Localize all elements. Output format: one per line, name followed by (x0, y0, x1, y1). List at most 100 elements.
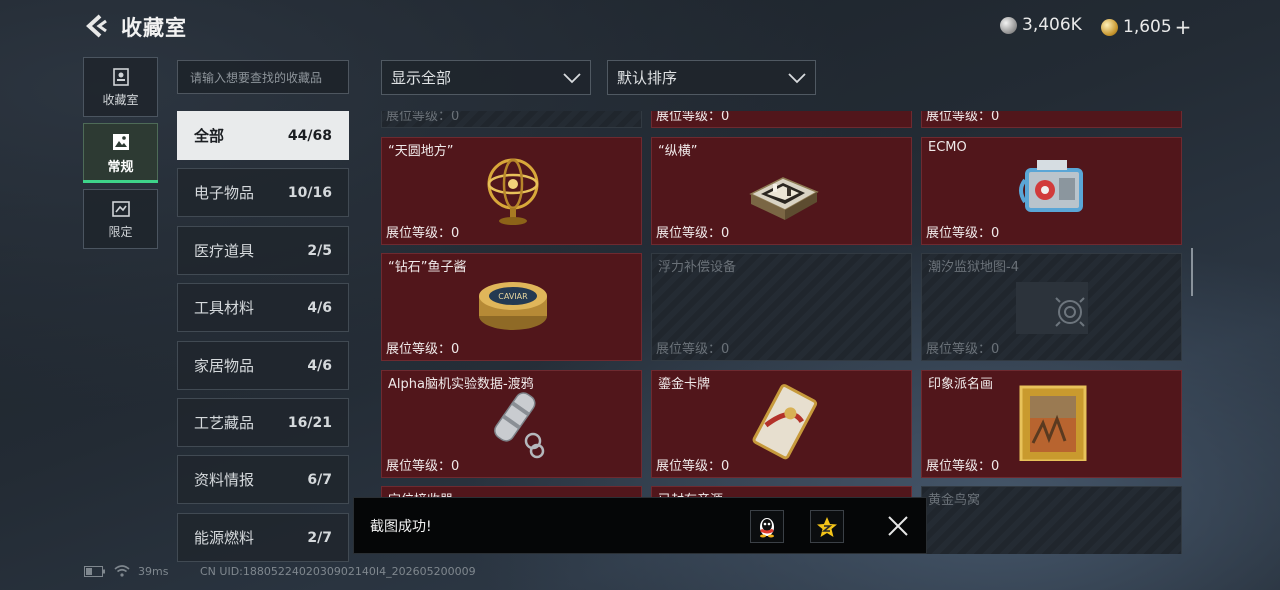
collection-card[interactable]: Alpha脑机实验数据-渡鸦 展位等级：0 (381, 370, 642, 478)
add-currency-button[interactable]: + (1175, 15, 1192, 39)
collection-card[interactable]: ECMO 展位等级：0 (921, 137, 1182, 245)
booth-level: 展位等级：0 (656, 226, 730, 241)
collection-card[interactable]: 浮力补偿设备 展位等级：0 (651, 253, 912, 361)
map-target-icon (1016, 282, 1088, 334)
search-input[interactable]: 请输入想要查找的收藏品 (177, 60, 349, 94)
category-count: 6/7 (307, 471, 332, 488)
booth-level: 展位等级：0 (926, 459, 1000, 474)
item-name: 浮力补偿设备 (658, 260, 737, 275)
display-filter-value: 显示全部 (391, 69, 452, 87)
collection-card[interactable]: 印象派名画 展位等级：0 (921, 370, 1182, 478)
booth-level: 展位等级：0 (386, 111, 460, 124)
gold-currency: 1,605 + (1101, 15, 1191, 39)
category-count: 4/6 (307, 299, 332, 316)
category-count: 4/6 (307, 357, 332, 374)
close-icon[interactable] (886, 514, 910, 538)
silver-coin-icon (1000, 16, 1017, 34)
collection-card[interactable]: 鎏金卡牌 展位等级：0 (651, 370, 912, 478)
wifi-icon (114, 564, 130, 580)
category-name: 能源燃料 (194, 529, 255, 547)
category-count: 2/7 (307, 529, 332, 546)
category-intel[interactable]: 资料情报 6/7 (177, 455, 349, 504)
collection-card[interactable]: “天圆地方” 展位等级：0 (381, 137, 642, 245)
chevron-down-icon (563, 72, 581, 83)
gilded-card-icon (747, 383, 819, 461)
category-name: 资料情报 (194, 471, 255, 489)
collection-grid: 展位等级：0 展位等级：0 展位等级：0 “天圆地方” 展位等级：0 “纵横” … (381, 111, 1184, 554)
booth-level: 展位等级：0 (926, 342, 1000, 357)
category-name: 全部 (194, 127, 225, 145)
qq-penguin-icon (760, 517, 774, 537)
limited-icon (111, 200, 130, 217)
back-icon[interactable] (82, 12, 110, 40)
share-qzone-button[interactable] (810, 510, 844, 543)
category-name: 家居物品 (194, 357, 255, 375)
grid-scrollbar[interactable] (1191, 248, 1193, 296)
silver-currency: 3,406K (1000, 15, 1082, 35)
display-filter-dropdown[interactable]: 显示全部 (381, 60, 591, 95)
armillary-sphere-icon (477, 150, 549, 228)
gold-coin-icon (1101, 18, 1118, 36)
tab-limited[interactable]: 限定 (83, 189, 158, 249)
display-case-icon (112, 67, 129, 86)
category-energy[interactable]: 能源燃料 2/7 (177, 513, 349, 562)
item-name: “纵横” (658, 144, 698, 159)
category-count: 44/68 (287, 127, 332, 144)
picture-icon (112, 133, 129, 150)
category-name: 工艺藏品 (194, 414, 255, 432)
caviar-tin-icon: CAVIAR (477, 266, 549, 344)
collection-card[interactable]: 黄金鸟窝 (921, 486, 1182, 554)
ping-label: 39ms (138, 565, 169, 578)
collection-card[interactable]: “钻石”鱼子酱 CAVIAR 展位等级：0 (381, 253, 642, 361)
category-crafts[interactable]: 工艺藏品 16/21 (177, 398, 349, 447)
chess-box-icon (747, 150, 819, 228)
category-count: 10/16 (287, 184, 332, 201)
item-name: 潮汐监狱地图-4 (928, 260, 1019, 275)
tab-regular[interactable]: 常规 (83, 123, 158, 183)
battery-icon (84, 566, 106, 580)
collection-card[interactable]: 展位等级：0 (651, 111, 912, 128)
tab-regular-label: 常规 (107, 159, 134, 175)
booth-level: 展位等级：0 (926, 111, 1000, 124)
silver-amount: 3,406K (1022, 15, 1082, 35)
screenshot-toast: 截图成功! (353, 497, 927, 554)
star-badge-icon (817, 516, 837, 537)
collection-card[interactable]: 潮汐监狱地图-4 展位等级：0 (921, 253, 1182, 361)
item-name: ECMO (928, 140, 967, 155)
tab-collection-room-label: 收藏室 (102, 92, 139, 107)
booth-level: 展位等级：0 (656, 342, 730, 357)
collection-card[interactable]: “纵横” 展位等级：0 (651, 137, 912, 245)
category-tools[interactable]: 工具材料 4/6 (177, 283, 349, 332)
item-name: 印象派名画 (928, 377, 994, 392)
item-name: 鎏金卡牌 (658, 377, 711, 392)
booth-level: 展位等级：0 (386, 226, 460, 241)
gold-amount: 1,605 (1123, 17, 1172, 37)
ecmo-machine-icon (1017, 150, 1089, 228)
page-title: 收藏室 (121, 16, 187, 40)
data-capsule-icon (477, 383, 549, 461)
sort-dropdown[interactable]: 默认排序 (607, 60, 816, 95)
framed-painting-icon (1017, 383, 1089, 463)
collection-card[interactable]: 展位等级：0 (921, 111, 1182, 128)
tab-collection-room[interactable]: 收藏室 (83, 57, 158, 117)
share-qq-button[interactable] (750, 510, 784, 543)
chevron-down-icon (788, 72, 806, 83)
booth-level: 展位等级：0 (386, 459, 460, 474)
category-count: 2/5 (307, 242, 332, 259)
category-name: 医疗道具 (194, 242, 255, 260)
category-name: 电子物品 (194, 184, 255, 202)
item-name: “天圆地方” (388, 144, 454, 159)
collection-card[interactable]: 展位等级：0 (381, 111, 642, 128)
sort-value: 默认排序 (617, 69, 678, 87)
category-name: 工具材料 (194, 299, 255, 317)
category-count: 16/21 (287, 414, 332, 431)
search-placeholder: 请输入想要查找的收藏品 (190, 71, 323, 85)
tab-limited-label: 限定 (108, 224, 133, 239)
category-medical[interactable]: 医疗道具 2/5 (177, 226, 349, 275)
uid-label: CN UID:1880522402030902140I4_20260520000… (200, 565, 476, 578)
category-all[interactable]: 全部 44/68 (177, 111, 349, 160)
item-name: “钻石”鱼子酱 (388, 260, 467, 275)
category-electronics[interactable]: 电子物品 10/16 (177, 168, 349, 217)
category-household[interactable]: 家居物品 4/6 (177, 341, 349, 390)
booth-level: 展位等级：0 (386, 342, 460, 357)
